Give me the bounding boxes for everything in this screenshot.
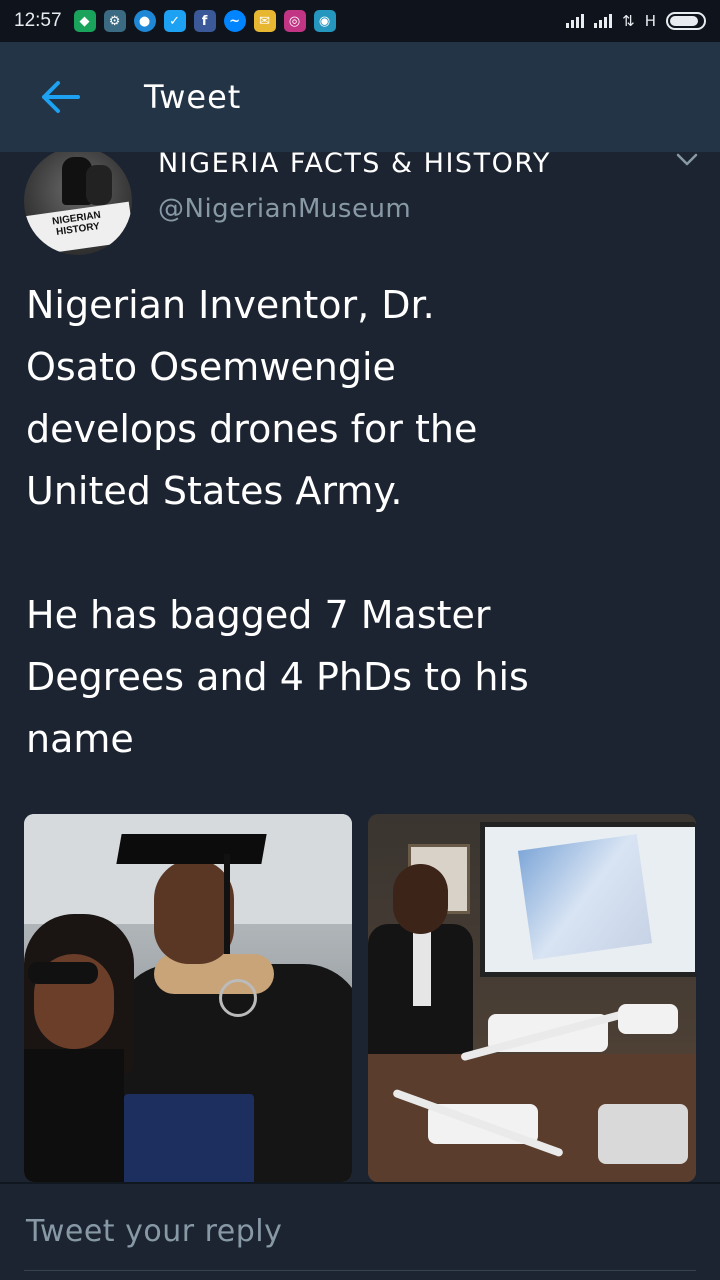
messenger-icon: ~ [223,10,246,32]
chevron-down-icon[interactable] [676,152,698,171]
avatar-banner-text: NIGERIAN HISTORY [24,201,132,255]
twitter-icon: ✓ [163,10,186,32]
email-icon: ✉ [253,10,276,32]
messaging-icon: ◉ [313,10,336,32]
data-arrows-icon: ⇅ [622,12,635,30]
tweet-photo-drones[interactable] [368,814,696,1182]
battery-icon [666,12,706,30]
tweet-photo-graduation[interactable] [24,814,352,1182]
notification-icons: ◆ ⚙ ● ✓ f ~ ✉ ◎ ◉ [73,10,336,32]
viber-icon: ● [133,10,156,32]
tweet-text: Nigerian Inventor, Dr. Osato Osemwengie … [26,283,529,761]
reply-bar: Tweet your reply [0,1182,720,1280]
network-type: H [644,12,656,30]
tweet-detail: NIGERIAN HISTORY NIGERIA FACTS & HISTORY… [0,152,720,1182]
author-handle[interactable]: @NigerianMuseum [158,194,411,224]
avatar-figure-2 [86,165,112,205]
signal-icon-2 [594,14,613,28]
settings-icon: ⚙ [103,10,126,32]
signal-icon [566,14,585,28]
author-avatar[interactable]: NIGERIAN HISTORY [24,152,132,255]
back-arrow-icon[interactable] [38,75,82,119]
status-right: ⇅ H [566,12,706,30]
facebook-icon: f [193,10,216,32]
reply-input[interactable]: Tweet your reply [26,1214,282,1249]
status-bar: 12:57 ◆ ⚙ ● ✓ f ~ ✉ ◎ ◉ ⇅ H [0,0,720,42]
status-time: 12:57 [14,10,62,31]
instagram-icon: ◎ [283,10,306,32]
page-title: Tweet [144,78,242,116]
app-icon: ◆ [73,10,96,32]
author-name[interactable]: NIGERIA FACTS & HISTORY [158,152,551,179]
reply-underline [24,1270,696,1271]
app-header: Tweet [0,42,720,152]
